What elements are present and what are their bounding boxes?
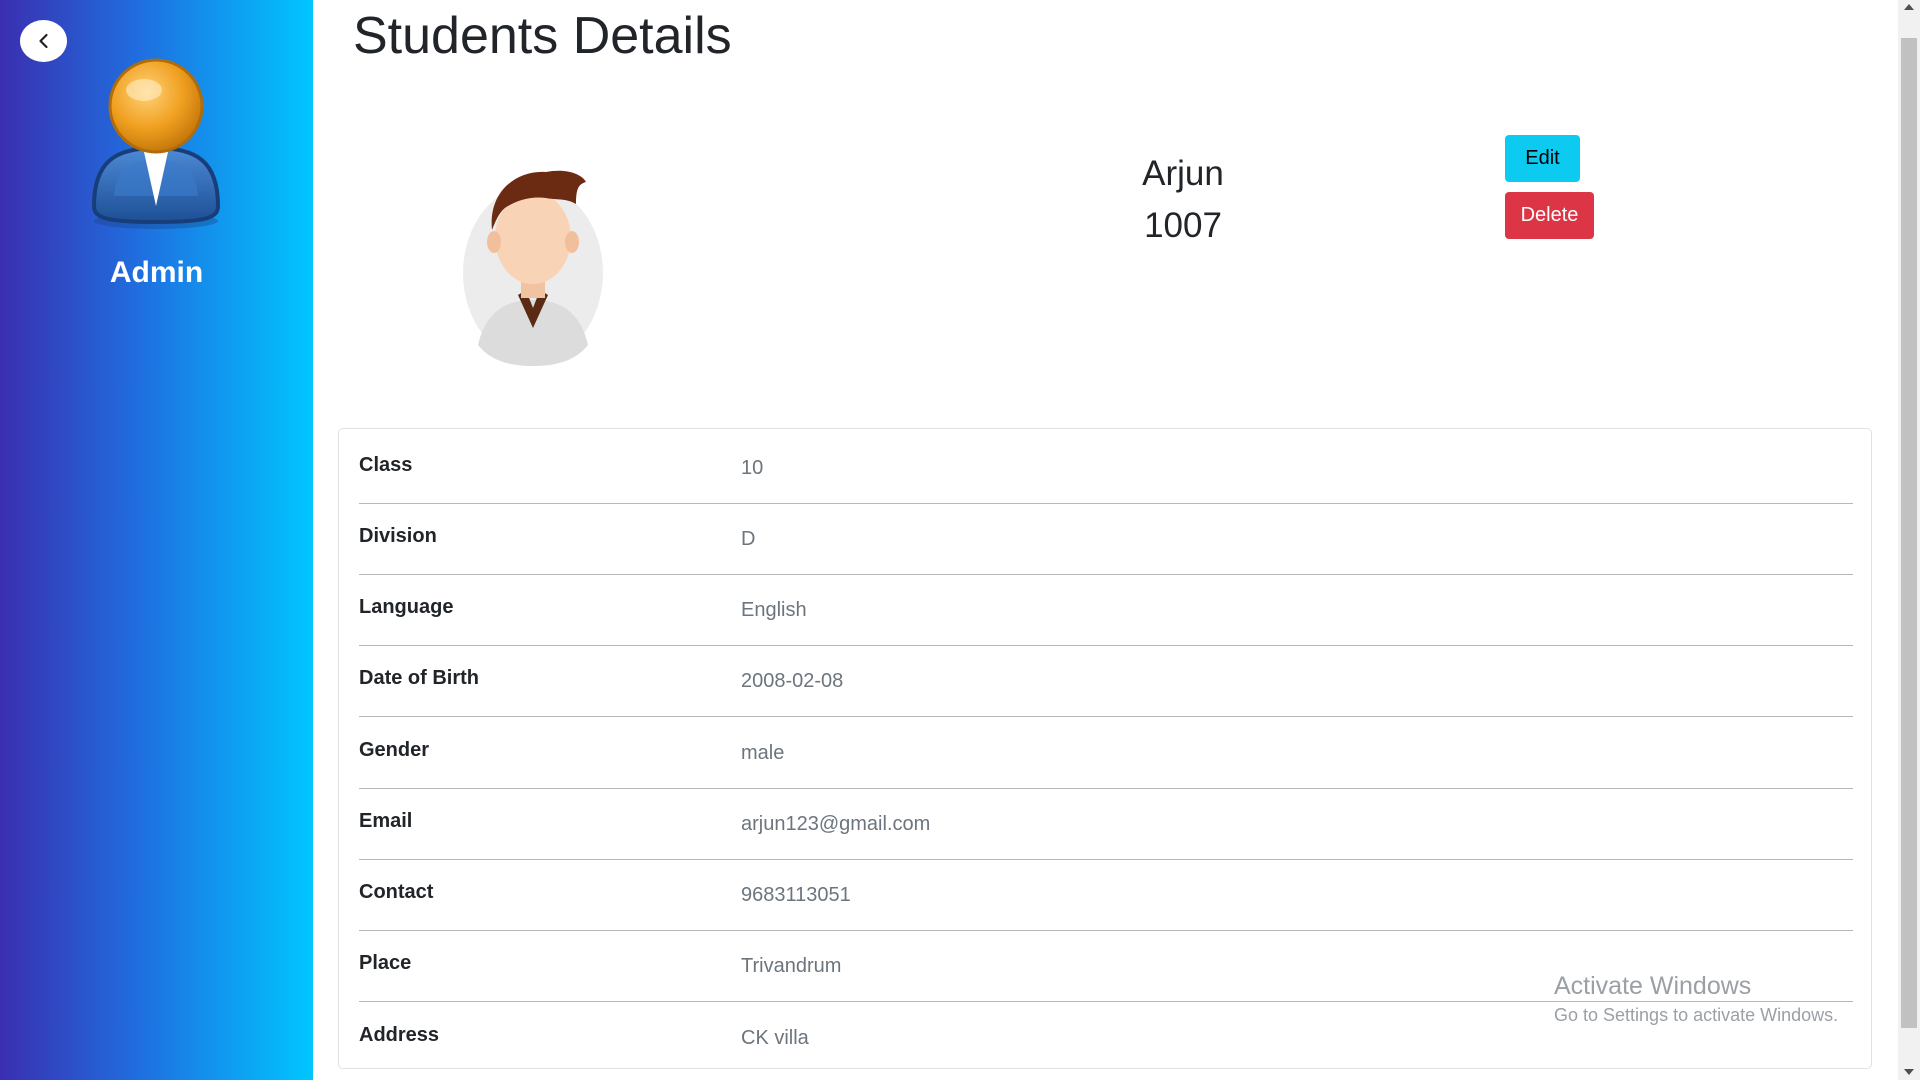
detail-row-division: Division D (359, 504, 1853, 575)
detail-value: male (741, 742, 785, 764)
detail-value: Trivandrum (741, 955, 842, 977)
scroll-down-icon[interactable] (1904, 1069, 1914, 1075)
watermark-title: Activate Windows (1554, 972, 1752, 1000)
detail-row-class: Class 10 (359, 433, 1853, 504)
back-button[interactable] (20, 20, 67, 62)
scroll-thumb[interactable] (1901, 38, 1917, 1028)
admin-avatar-icon (91, 58, 221, 229)
detail-row-gender: Gender male (359, 718, 1853, 789)
detail-value: 10 (741, 457, 764, 479)
detail-row-contact: Contact 9683113051 (359, 860, 1853, 931)
detail-label: Address (359, 1024, 440, 1046)
detail-label: Date of Birth (359, 667, 479, 689)
windows-activation-watermark: Activate Windows Go to Settings to activ… (1554, 972, 1838, 1026)
app-window: Admin Students Details Arjun 1007 Edit D… (0, 0, 1920, 1080)
student-name: Arjun (1142, 154, 1224, 193)
detail-label: Language (359, 596, 454, 618)
detail-row-date-of-birth: Date of Birth 2008-02-08 (359, 646, 1853, 717)
main-content: Students Details Arjun 1007 Edit Delete … (313, 0, 1898, 1080)
detail-value: 2008-02-08 (741, 670, 844, 692)
detail-label: Contact (359, 881, 434, 903)
detail-value: English (741, 599, 807, 621)
sidebar: Admin (0, 0, 313, 1080)
vertical-scrollbar[interactable] (1898, 0, 1920, 1080)
watermark-subtitle: Go to Settings to activate Windows. (1554, 1005, 1839, 1025)
page-title: Students Details (353, 7, 732, 65)
chevron-left-icon (38, 33, 48, 49)
detail-value: 9683113051 (741, 884, 851, 906)
detail-label: Email (359, 810, 413, 832)
student-avatar-icon (463, 170, 603, 366)
detail-label: Class (359, 454, 413, 476)
delete-button[interactable]: Delete (1505, 192, 1594, 239)
detail-value: arjun123@gmail.com (741, 813, 931, 835)
admin-label: Admin (109, 256, 204, 289)
detail-row-language: Language English (359, 575, 1853, 646)
detail-row-email: Email arjun123@gmail.com (359, 789, 1853, 860)
edit-button[interactable]: Edit (1505, 135, 1580, 182)
detail-label: Place (359, 952, 412, 974)
detail-value: CK villa (741, 1027, 809, 1049)
student-id: 1007 (1144, 206, 1222, 245)
detail-label: Gender (359, 739, 430, 761)
detail-label: Division (359, 525, 437, 547)
scroll-up-icon[interactable] (1904, 4, 1914, 10)
detail-value: D (741, 528, 756, 550)
